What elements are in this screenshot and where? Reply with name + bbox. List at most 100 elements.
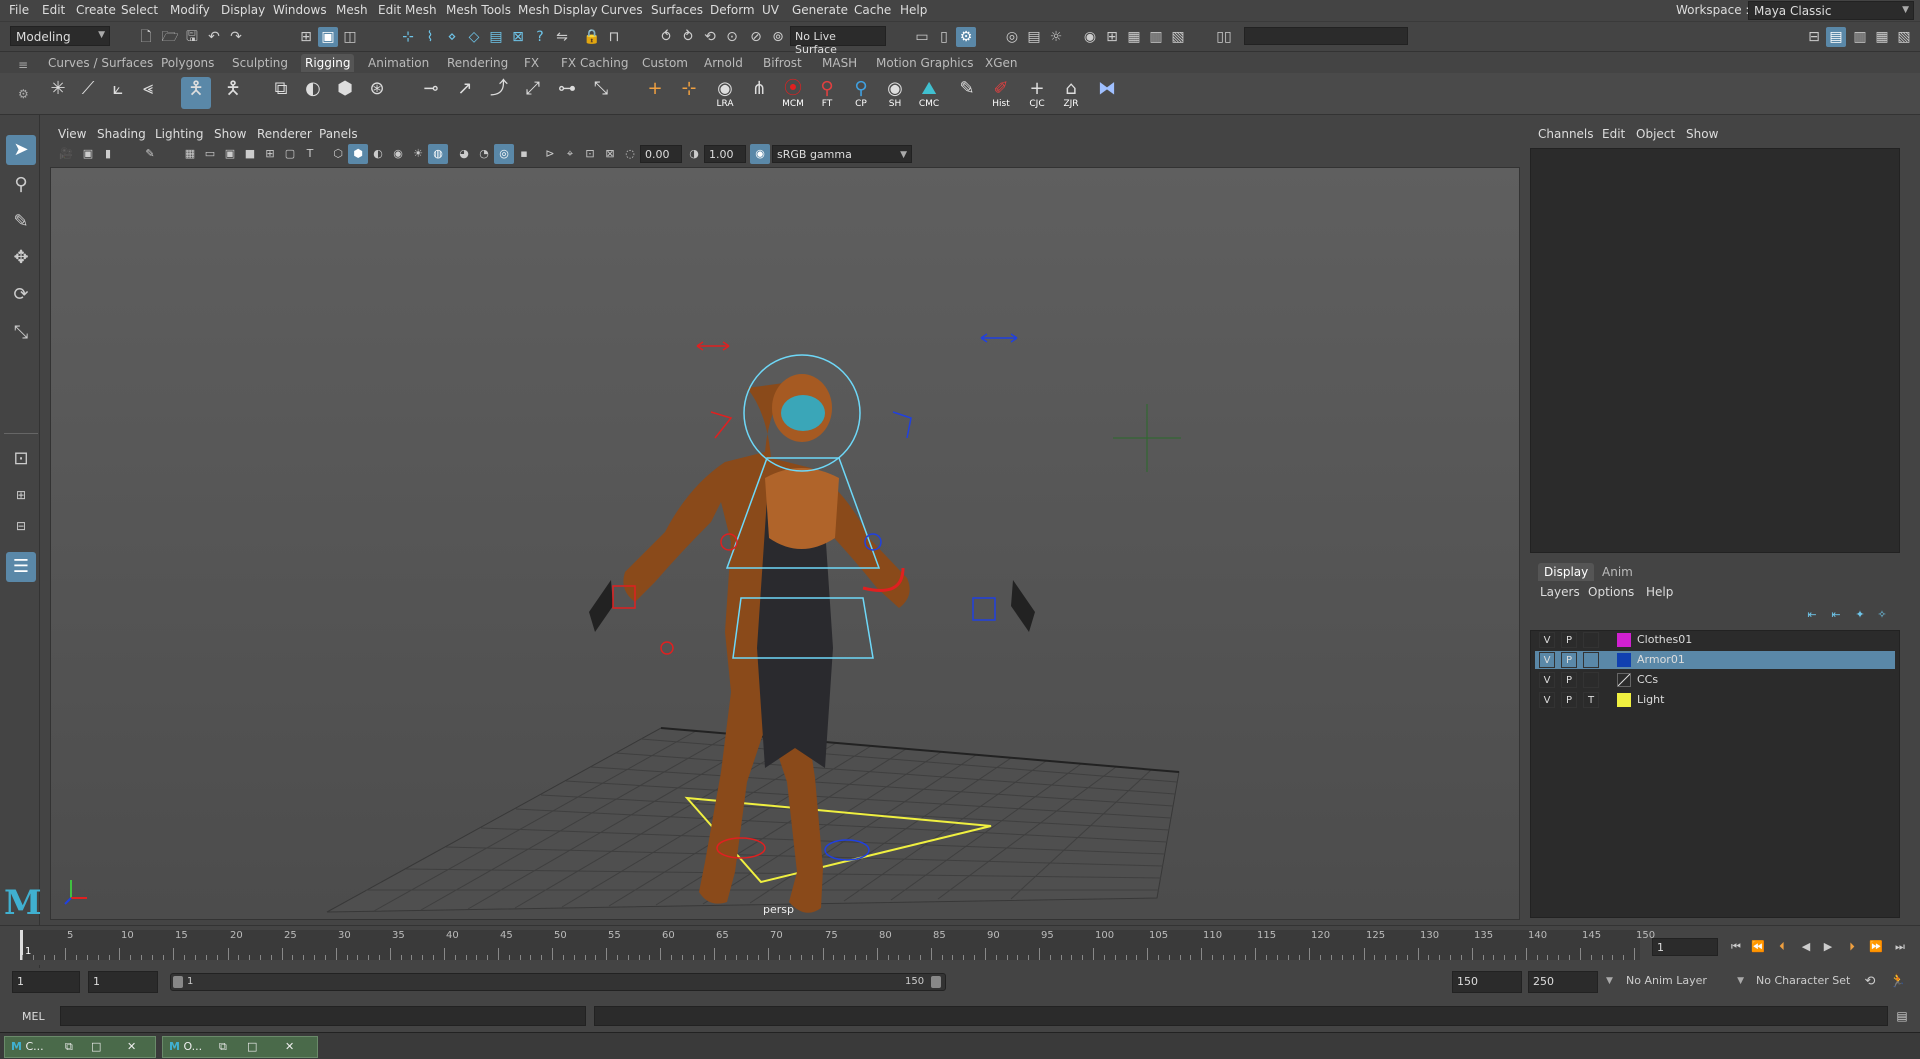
modeling-toolkit-icon[interactable]: ▦ <box>1124 27 1144 47</box>
shelf-tab-curves-surfaces[interactable]: Curves / Surfaces <box>48 56 153 70</box>
gate-mask-icon[interactable]: ■ <box>240 144 260 164</box>
grease-pencil-icon[interactable]: ✎ <box>140 144 160 164</box>
joint-tool-icon[interactable]: ✳ <box>43 77 73 109</box>
scale-tool-icon[interactable]: ⤡ <box>6 318 36 348</box>
view-transform-dropdown[interactable]: sRGB gamma ▼ <box>772 145 912 163</box>
shelf-tab-arnold[interactable]: Arnold <box>704 56 743 70</box>
make-live-icon[interactable]: ⊙ <box>722 27 742 47</box>
shelf-tab-custom[interactable]: Custom <box>642 56 688 70</box>
layer-menu-help[interactable]: Help <box>1646 585 1673 599</box>
menu-display[interactable]: Display <box>221 3 265 17</box>
maximize-icon[interactable]: □ <box>247 1037 257 1057</box>
go-to-end-icon[interactable]: ⏭ <box>1890 937 1910 957</box>
render-region-icon[interactable]: ⊘ <box>746 27 766 47</box>
shelf-tab-rigging[interactable]: Rigging <box>301 54 355 72</box>
snap-vertex-icon[interactable]: ⊠ <box>508 27 528 47</box>
menu-file[interactable]: File <box>9 3 29 17</box>
cluster-icon[interactable]: ⊛ <box>362 77 392 109</box>
persp-outliner-layout-icon[interactable]: ⊟ <box>6 511 36 541</box>
layer-display-type-toggle[interactable]: T <box>1583 692 1599 708</box>
toggle-outliner-icon[interactable]: ▧ <box>1894 27 1914 47</box>
toggle-tool-settings-icon[interactable]: ▥ <box>1850 27 1870 47</box>
command-input[interactable] <box>60 1006 586 1026</box>
taskbar-window-1[interactable]: M C... ⧉ □ ✕ <box>4 1036 156 1058</box>
select-by-hierarchy-icon[interactable]: ⊞ <box>296 27 316 47</box>
textured-icon[interactable]: ◉ <box>388 144 408 164</box>
script-language-label[interactable]: MEL <box>22 1010 45 1023</box>
layer-tab-anim[interactable]: Anim <box>1602 565 1633 579</box>
render-settings-icon[interactable]: ⚙ <box>956 27 976 47</box>
menu-help[interactable]: Help <box>900 3 927 17</box>
render-current-frame-icon[interactable]: ▭ <box>912 27 932 47</box>
snap-curve-icon[interactable]: ⌇ <box>420 27 440 47</box>
layer-menu-options[interactable]: Options <box>1588 585 1634 599</box>
animation-preferences-icon[interactable]: 🏃 <box>1888 972 1908 992</box>
menu-select[interactable]: Select <box>121 3 158 17</box>
field-chart-icon[interactable]: ⊞ <box>260 144 280 164</box>
layer-menu-layers[interactable]: Layers <box>1540 585 1580 599</box>
color-management-icon[interactable]: ◉ <box>750 144 770 164</box>
render-view-icon[interactable]: ▯ <box>934 27 954 47</box>
range-bar[interactable]: 1 150 <box>170 973 946 991</box>
auto-key-icon[interactable]: ⟲ <box>1860 972 1880 992</box>
menu-deform[interactable]: Deform <box>710 3 755 17</box>
layer-playback-toggle[interactable]: P <box>1561 632 1577 648</box>
ik-spline-icon[interactable]: ⟀ <box>103 77 133 109</box>
menu-mesh-display[interactable]: Mesh Display <box>518 3 598 17</box>
layer-playback-toggle[interactable]: P <box>1561 672 1577 688</box>
workspace-dropdown[interactable]: Maya Classic ▼ <box>1748 1 1914 20</box>
lock-icon[interactable]: 🔒 <box>582 27 602 47</box>
toggle-modeling-toolkit-icon[interactable]: ⊟ <box>1804 27 1824 47</box>
shelf-menu-icon[interactable]: ≡ <box>18 58 28 72</box>
animation-end-field[interactable]: 250 <box>1528 971 1598 993</box>
restore-icon[interactable]: ⧉ <box>219 1037 227 1057</box>
motion-blur-icon[interactable]: ◔ <box>474 144 494 164</box>
exposure-icon[interactable]: ◌ <box>620 144 640 164</box>
ik-spline-handle-icon[interactable]: ⪡ <box>133 77 163 109</box>
layer-color-swatch[interactable] <box>1617 673 1631 687</box>
shelf-tab-fx-caching[interactable]: FX Caching <box>561 56 628 70</box>
xray-icon[interactable]: ⌖ <box>560 144 580 164</box>
resolution-gate-icon[interactable]: ▣ <box>220 144 240 164</box>
pole-vector-constraint-icon[interactable]: ⤡ <box>586 77 616 109</box>
safe-title-icon[interactable]: T <box>300 144 320 164</box>
channel-box-menu-show[interactable]: Show <box>1686 127 1718 141</box>
menu-mesh[interactable]: Mesh <box>336 3 368 17</box>
shelf-options-gear-icon[interactable]: ⚙ <box>18 87 29 101</box>
menu-generate[interactable]: Generate <box>792 3 848 17</box>
undo-icon[interactable]: ↶ <box>204 27 224 47</box>
menu-surfaces[interactable]: Surfaces <box>651 3 703 17</box>
four-view-layout-icon[interactable]: ⊞ <box>6 480 36 510</box>
anim-layer-dropdown[interactable]: No Anim Layer ▼ <box>1620 971 1748 993</box>
shelf-tab-xgen[interactable]: XGen <box>985 56 1018 70</box>
ft-button[interactable]: ⚲ FT <box>812 77 842 109</box>
cmc-button[interactable]: ⛰ CMC <box>914 77 944 109</box>
quick-rig-icon[interactable]: 🯅 <box>181 77 211 109</box>
search-field[interactable] <box>1244 27 1408 45</box>
isolate-select-icon[interactable]: ⊳ <box>540 144 560 164</box>
select-tool-icon[interactable]: ➤ <box>6 135 36 165</box>
scene-canvas[interactable] <box>51 168 1520 920</box>
playback-end-field[interactable]: 150 <box>1452 971 1522 993</box>
paint-tool-icon[interactable]: ✎ <box>952 77 982 109</box>
menu-set-dropdown[interactable]: Modeling ▼ <box>10 26 110 46</box>
tool-settings-toggle-icon[interactable]: ▧ <box>1168 27 1188 47</box>
toggle-channel-box-icon[interactable]: ▦ <box>1872 27 1892 47</box>
viewport-menu-panels[interactable]: Panels <box>319 127 358 141</box>
lra-button[interactable]: ◉ LRA <box>710 77 740 109</box>
character-set-dropdown[interactable]: No Character Set <box>1750 971 1864 993</box>
xray-components-icon[interactable]: ⊠ <box>600 144 620 164</box>
play-forwards-icon[interactable]: ▶ <box>1818 937 1838 957</box>
channel-box[interactable] <box>1530 148 1900 553</box>
select-camera-icon[interactable]: 🎥 <box>56 144 76 164</box>
hist-button[interactable]: ✐ Hist <box>986 77 1016 109</box>
hypershade-icon[interactable]: ◎ <box>1002 27 1022 47</box>
magnet-icon[interactable]: ⊓ <box>604 27 624 47</box>
locator-icon[interactable]: + <box>640 77 670 109</box>
menu-edit-mesh[interactable]: Edit Mesh <box>378 3 437 17</box>
shelf-tab-sculpting[interactable]: Sculpting <box>232 56 288 70</box>
maximize-icon[interactable]: □ <box>91 1037 101 1057</box>
channel-box-menu-object[interactable]: Object <box>1636 127 1675 141</box>
select-by-object-icon[interactable]: ▣ <box>318 27 338 47</box>
rotate-tool-icon[interactable]: ⟳ <box>6 280 36 310</box>
